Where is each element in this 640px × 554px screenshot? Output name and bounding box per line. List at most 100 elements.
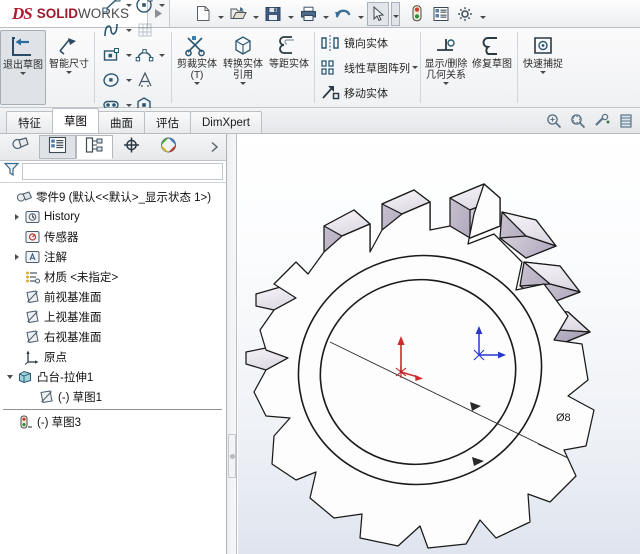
tree-origin-label: 原点 [44, 352, 67, 364]
repair-sketch-button[interactable]: 修复草图 [469, 30, 515, 105]
smart-dimension-icon [56, 33, 82, 59]
select-tool-caret[interactable] [391, 1, 400, 26]
rollback-bar[interactable] [3, 409, 222, 410]
ribbon-group-exit: 退出草图 [0, 28, 46, 107]
exit-sketch-caret[interactable] [20, 72, 26, 75]
mirror-entities-label: 镜向实体 [344, 37, 388, 50]
trim-entities-button[interactable]: 剪裁实体(T) [174, 30, 220, 105]
quick-snaps-button[interactable]: 快速捕捉 [520, 30, 566, 105]
print-document-caret[interactable] [321, 2, 330, 26]
sketch-line-button[interactable] [100, 0, 124, 18]
tree-row-history[interactable]: History [3, 207, 226, 227]
display-relations-caret[interactable] [443, 82, 449, 85]
ribbon-group-entities [97, 0, 169, 136]
smart-dimension-caret[interactable] [66, 71, 72, 74]
sketch-line-caret[interactable] [124, 0, 133, 18]
property-manager-tab[interactable] [39, 135, 76, 159]
display-relations-icon [433, 33, 459, 59]
tree-front-plane-label: 前视基准面 [44, 292, 102, 304]
zoom-to-area-icon[interactable] [567, 111, 589, 131]
transform-overflow-caret[interactable] [412, 28, 418, 107]
save-document-caret[interactable] [286, 2, 295, 26]
tree-filter-input[interactable] [22, 163, 223, 180]
tree-row-sensors[interactable]: 传感器 [3, 227, 226, 247]
undo-caret[interactable] [356, 2, 365, 26]
tab-evaluate[interactable]: 评估 [144, 111, 191, 133]
panel-splitter[interactable] [227, 134, 237, 554]
feature-manager-tab[interactable] [2, 135, 39, 159]
tab-sketch[interactable]: 草图 [52, 108, 99, 133]
dimxpert-manager-tab[interactable] [113, 135, 150, 159]
ribbon-group-dimension: 智能尺寸 [46, 28, 92, 107]
tree-row-root[interactable]: 零件9 (默认<<默认>_显示状态 1>) [3, 187, 226, 207]
options-list-button[interactable] [430, 2, 452, 26]
tree-row-top-plane[interactable]: 上视基准面 [3, 307, 226, 327]
options-caret[interactable] [478, 2, 487, 26]
tree-row-sketch3[interactable]: (-) 草图3 [3, 412, 226, 432]
splitter-handle[interactable] [228, 434, 236, 478]
linear-pattern-button[interactable]: 线性草图阵列 [319, 55, 410, 80]
filter-funnel-icon[interactable] [3, 161, 20, 182]
move-entities-button[interactable]: 移动实体 [319, 80, 410, 105]
surface-grid-button[interactable] [133, 18, 157, 43]
mirror-entities-button[interactable]: 镜向实体 [319, 30, 410, 55]
tree-row-annotations[interactable]: 注解 [3, 247, 226, 267]
sketch-ellipse-caret[interactable] [124, 68, 133, 93]
spline-icon [100, 19, 124, 42]
zoom-in-out-icon[interactable] [591, 111, 613, 131]
offset-entities-button[interactable]: 等距实体 [266, 30, 312, 105]
exit-sketch-button[interactable]: 退出草图 [0, 30, 46, 105]
ribbon-separator-5 [517, 32, 518, 103]
sketch-spline-button[interactable] [100, 18, 124, 43]
options-gear-button[interactable] [454, 2, 476, 26]
tree-row-material[interactable]: 材质 <未指定> [3, 267, 226, 287]
open-document-button[interactable] [227, 2, 249, 26]
tree-row-extrude[interactable]: 凸台-拉伸1 [3, 367, 226, 387]
gear-model[interactable] [238, 134, 640, 554]
sketch-circle-button[interactable] [133, 0, 157, 18]
open-document-caret[interactable] [251, 2, 260, 26]
tab-dimxpert-label: DimXpert [202, 116, 250, 129]
sketch-ellipse-button[interactable] [100, 68, 124, 93]
display-manager-tab[interactable] [150, 135, 187, 159]
ribbon-group-tools: 显示/删除几何关系 修复草图 [423, 28, 515, 107]
annotations-expander[interactable] [11, 254, 23, 260]
sketch-arc-button[interactable] [133, 43, 157, 68]
extrude-expander[interactable] [4, 375, 16, 379]
configuration-manager-tab[interactable] [76, 135, 113, 159]
quick-snaps-caret[interactable] [540, 71, 546, 74]
sketch-rectangle-caret[interactable] [124, 43, 133, 68]
new-document-button[interactable] [192, 2, 214, 26]
tree-row-sketch1[interactable]: (-) 草图1 [3, 387, 226, 407]
smart-dimension-button[interactable]: 智能尺寸 [46, 30, 92, 105]
trim-entities-caret[interactable] [194, 82, 200, 85]
undo-button[interactable] [332, 2, 354, 26]
tree-row-origin[interactable]: 原点 [3, 347, 226, 367]
sketch-arc-caret[interactable] [157, 43, 166, 68]
section-view-icon[interactable] [615, 111, 637, 131]
rebuild-button[interactable] [406, 2, 428, 26]
tree-right-plane-label: 右视基准面 [44, 332, 102, 344]
convert-entities-button[interactable]: 转换实体引用 [220, 30, 266, 105]
zoom-to-fit-icon[interactable] [543, 111, 565, 131]
history-expander[interactable] [11, 214, 23, 220]
diameter-dimension-label[interactable]: Ø8 [556, 412, 571, 424]
display-delete-relations-button[interactable]: 显示/删除几何关系 [423, 30, 469, 105]
sketch-spline-caret[interactable] [124, 18, 133, 43]
tab-dimxpert[interactable]: DimXpert [190, 111, 262, 133]
tree-row-front-plane[interactable]: 前视基准面 [3, 287, 226, 307]
graphics-viewport[interactable]: Ø8 [238, 134, 640, 554]
save-document-button[interactable] [262, 2, 284, 26]
sketch-circle-caret[interactable] [157, 0, 166, 18]
sketch-rectangle-button[interactable] [100, 43, 124, 68]
trim-entities-label: 剪裁实体(T) [177, 59, 217, 81]
tab-features[interactable]: 特征 [6, 111, 53, 133]
new-document-caret[interactable] [216, 2, 225, 26]
panel-tabs-expand-button[interactable] [204, 141, 224, 153]
select-tool-button[interactable] [367, 1, 389, 26]
convert-entities-caret[interactable] [240, 82, 246, 85]
tab-surfaces[interactable]: 曲面 [98, 111, 145, 133]
sketch-text-button[interactable] [133, 68, 157, 93]
tree-row-right-plane[interactable]: 右视基准面 [3, 327, 226, 347]
print-document-button[interactable] [297, 2, 319, 26]
